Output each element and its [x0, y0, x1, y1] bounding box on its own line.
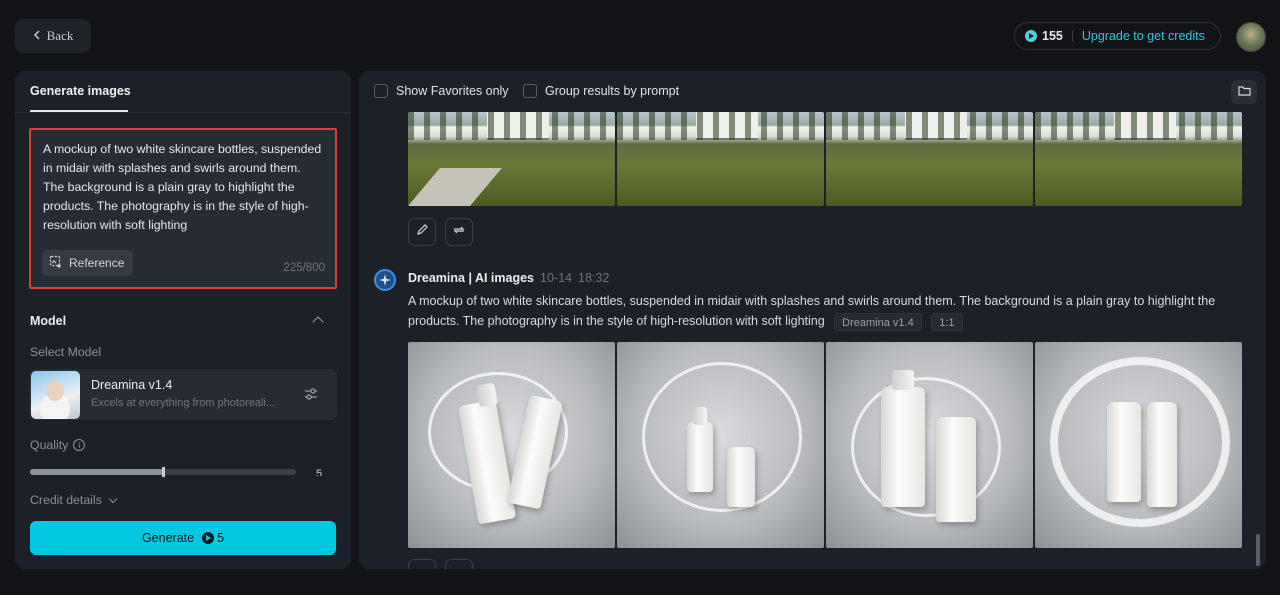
bottle-shape: [687, 422, 713, 492]
quality-slider-fill: [30, 469, 163, 475]
select-model-label: Select Model: [30, 345, 102, 359]
regenerate-button[interactable]: [445, 218, 473, 246]
coin-icon: [1025, 30, 1037, 42]
back-label: Back: [46, 28, 74, 43]
bottle-shape: [727, 447, 755, 507]
model-selector[interactable]: Dreamina v1.4 Excels at everything from …: [29, 369, 337, 420]
prompt-input[interactable]: A mockup of two white skincare bottles, …: [29, 128, 337, 289]
show-favorites-toggle[interactable]: Show Favorites only: [374, 84, 509, 98]
group-results-label: Group results by prompt: [545, 84, 680, 98]
quality-slider-handle[interactable]: [162, 467, 165, 477]
image-plus-icon: [49, 255, 63, 272]
generated-image[interactable]: [617, 342, 824, 548]
message-header: Dreamina | AI images 10-14 18:32: [408, 271, 609, 285]
generate-cost-value: 5: [217, 531, 225, 545]
splash-shape: [642, 362, 802, 512]
reference-button[interactable]: Reference: [42, 250, 134, 276]
path-shape: [408, 168, 502, 206]
quality-value: 5: [316, 468, 323, 476]
message-prompt: A mockup of two white skincare bottles, …: [408, 291, 1248, 331]
chevron-down-icon: [108, 494, 118, 503]
sliders-icon[interactable]: [303, 386, 319, 402]
generated-image[interactable]: [408, 112, 615, 206]
credits-pill[interactable]: 155 Upgrade to get credits: [1014, 22, 1221, 50]
bottle-shape: [881, 387, 925, 507]
quality-label-text: Quality: [30, 438, 69, 452]
bottle-shape: [1147, 402, 1177, 507]
generated-image[interactable]: [826, 342, 1033, 548]
credits-count: 155: [1042, 29, 1063, 43]
image-row: [408, 112, 1242, 206]
edit-button[interactable]: [408, 218, 436, 246]
generate-label: Generate: [141, 531, 195, 545]
generated-image[interactable]: [826, 112, 1033, 206]
edit-icon: [415, 223, 429, 242]
upgrade-link[interactable]: Upgrade to get credits: [1082, 29, 1205, 43]
image-row: [408, 342, 1242, 548]
credit-details-label: Credit details: [30, 493, 102, 507]
user-avatar[interactable]: [1236, 22, 1266, 52]
model-tag: Dreamina v1.4: [834, 312, 922, 331]
generate-cost: 5: [202, 531, 224, 545]
message-time: 18:32: [578, 271, 610, 285]
reference-label: Reference: [69, 256, 125, 270]
info-icon[interactable]: i: [73, 439, 86, 451]
regenerate-button[interactable]: [445, 559, 473, 569]
model-thumbnail: [31, 371, 80, 419]
group-results-toggle[interactable]: Group results by prompt: [523, 84, 679, 98]
quality-label: Quality i: [30, 438, 86, 452]
generate-panel: Generate images A mockup of two white sk…: [15, 71, 351, 569]
message-author: Dreamina | AI images: [408, 271, 535, 285]
folder-icon: [1237, 83, 1251, 101]
regenerate-icon: [452, 223, 466, 242]
prompt-text[interactable]: A mockup of two white skincare bottles, …: [43, 140, 323, 235]
model-description: Excels at everything from photoreali...: [91, 397, 276, 409]
checkbox[interactable]: [523, 84, 537, 98]
generated-image[interactable]: [408, 342, 615, 548]
folder-button[interactable]: [1231, 80, 1257, 104]
message-date: 10-14: [540, 271, 572, 285]
cap-shape: [892, 370, 914, 390]
cap-shape: [476, 382, 498, 408]
generated-image[interactable]: [1035, 342, 1242, 548]
show-favorites-label: Show Favorites only: [396, 84, 509, 98]
results-panel: Show Favorites only Group results by pro…: [359, 71, 1266, 569]
edit-button[interactable]: [408, 559, 436, 569]
ratio-tag: 1:1: [931, 312, 963, 331]
scrollbar[interactable]: [1256, 534, 1260, 566]
chevron-left-icon: [33, 28, 41, 44]
character-counter: 225/800: [283, 262, 325, 274]
credit-details-toggle[interactable]: Credit details: [30, 493, 118, 507]
generate-button[interactable]: Generate 5: [30, 521, 336, 555]
generated-image[interactable]: [1035, 112, 1242, 206]
dreamina-star-icon: [374, 269, 396, 291]
divider: [15, 112, 351, 113]
message-prompt-text: A mockup of two white skincare bottles, …: [408, 294, 1216, 328]
model-section-title: Model: [30, 314, 67, 328]
back-button[interactable]: Back: [15, 19, 91, 53]
bottle-shape: [936, 417, 976, 522]
cap-shape: [693, 407, 707, 425]
checkbox[interactable]: [374, 84, 388, 98]
generated-image[interactable]: [617, 112, 824, 206]
coin-icon: [202, 532, 215, 544]
chevron-up-icon[interactable]: [312, 316, 324, 328]
splash-shape: [851, 377, 1001, 517]
tab-generate-images[interactable]: Generate images: [30, 84, 131, 111]
model-name: Dreamina v1.4: [91, 378, 173, 392]
divider: [1071, 30, 1073, 42]
bottle-shape: [1107, 402, 1141, 502]
quality-slider[interactable]: [30, 467, 296, 477]
